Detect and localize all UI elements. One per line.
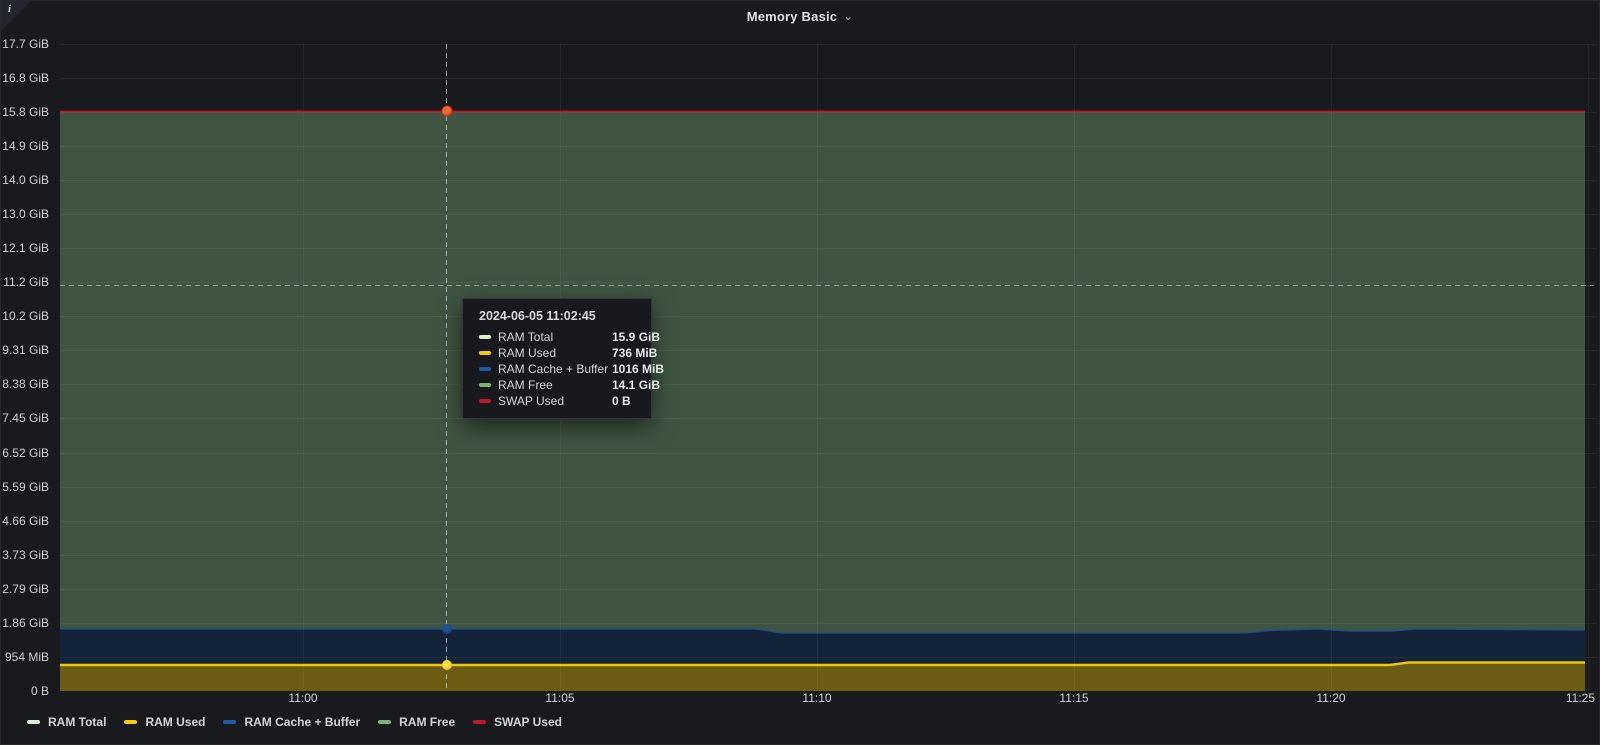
tooltip-row: SWAP Used 0 B bbox=[479, 393, 641, 409]
legend-item-ram-total[interactable]: RAM Total bbox=[27, 715, 106, 729]
tooltip-series-label: RAM Free bbox=[498, 378, 605, 392]
ram-total-swatch-icon bbox=[27, 720, 40, 724]
tooltip-row: RAM Total 15.9 GiB bbox=[479, 329, 641, 345]
chart-canvas bbox=[60, 44, 1597, 691]
y-tick-label: 954 MiB bbox=[1, 649, 49, 665]
tooltip-series-value: 1016 MiB bbox=[612, 362, 664, 376]
tooltip-row: RAM Used 736 MiB bbox=[479, 345, 641, 361]
tooltip-series-value: 15.9 GiB bbox=[612, 330, 660, 344]
swap-used-swatch-icon bbox=[473, 720, 486, 724]
panel-title[interactable]: Memory Basic bbox=[747, 9, 838, 24]
legend-label: RAM Cache + Buffer bbox=[244, 715, 360, 729]
tooltip-row: RAM Cache + Buffer 1016 MiB bbox=[479, 361, 641, 377]
y-tick-label: 11.2 GiB bbox=[1, 274, 49, 290]
y-tick-label: 8.38 GiB bbox=[1, 376, 49, 392]
hover-point-ram-cache-buffer bbox=[442, 624, 452, 634]
tooltip-series-label: RAM Used bbox=[498, 346, 605, 360]
ram-free-swatch-icon bbox=[378, 720, 391, 724]
legend-item-ram-used[interactable]: RAM Used bbox=[124, 715, 205, 729]
legend-label: RAM Free bbox=[399, 715, 455, 729]
y-tick-label: 5.59 GiB bbox=[1, 479, 49, 495]
x-tick-label: 11:15 bbox=[1046, 691, 1102, 706]
chart-plot-area[interactable] bbox=[60, 44, 1597, 691]
legend-item-swap-used[interactable]: SWAP Used bbox=[473, 715, 562, 729]
tooltip-timestamp: 2024-06-05 11:02:45 bbox=[479, 309, 641, 323]
tooltip-series-label: SWAP Used bbox=[498, 394, 605, 408]
crosshair-horizontal bbox=[60, 285, 1594, 286]
crosshair-vertical bbox=[446, 44, 447, 691]
tooltip-row: RAM Free 14.1 GiB bbox=[479, 377, 641, 393]
swap-used-swatch-icon bbox=[479, 399, 491, 403]
y-tick-label: 15.8 GiB bbox=[1, 104, 49, 120]
ram-used-area bbox=[60, 663, 1585, 692]
hover-point-ram-used bbox=[442, 660, 452, 670]
chevron-down-icon[interactable]: ⌄ bbox=[843, 11, 853, 21]
y-tick-label: 17.7 GiB bbox=[1, 36, 49, 52]
x-tick-label: 11:05 bbox=[532, 691, 588, 706]
y-tick-label: 16.8 GiB bbox=[1, 70, 49, 86]
tooltip-series-label: RAM Total bbox=[498, 330, 605, 344]
chart-tooltip: 2024-06-05 11:02:45 RAM Total 15.9 GiB R… bbox=[462, 298, 652, 419]
y-tick-label: 13.0 GiB bbox=[1, 206, 49, 222]
ram-used-swatch-icon bbox=[124, 720, 137, 724]
y-tick-label: 12.1 GiB bbox=[1, 240, 49, 256]
y-tick-label: 14.9 GiB bbox=[1, 138, 49, 154]
ram-cache-buffer-swatch-icon bbox=[479, 367, 491, 371]
x-tick-label: 11:10 bbox=[789, 691, 845, 706]
ram-cache-buffer-swatch-icon bbox=[223, 720, 236, 724]
y-tick-label: 10.2 GiB bbox=[1, 308, 49, 324]
ram-total-swatch-icon bbox=[479, 335, 491, 339]
ram-free-swatch-icon bbox=[479, 383, 491, 387]
y-tick-label: 6.52 GiB bbox=[1, 445, 49, 461]
x-tick-label: 11:20 bbox=[1303, 691, 1359, 706]
ram-used-swatch-icon bbox=[479, 351, 491, 355]
legend-label: RAM Used bbox=[145, 715, 205, 729]
legend-label: SWAP Used bbox=[494, 715, 562, 729]
y-tick-label: 9.31 GiB bbox=[1, 342, 49, 358]
ram-free-area bbox=[60, 112, 1585, 691]
y-tick-label: 7.45 GiB bbox=[1, 410, 49, 426]
tooltip-series-value: 736 MiB bbox=[612, 346, 657, 360]
y-tick-label: 0 B bbox=[1, 683, 49, 699]
tooltip-series-value: 14.1 GiB bbox=[612, 378, 660, 392]
y-tick-label: 3.73 GiB bbox=[1, 547, 49, 563]
tooltip-series-label: RAM Cache + Buffer bbox=[498, 362, 605, 376]
hover-point-swap-used bbox=[442, 106, 452, 116]
y-tick-label: 4.66 GiB bbox=[1, 513, 49, 529]
y-tick-label: 14.0 GiB bbox=[1, 172, 49, 188]
y-tick-label: 1.86 GiB bbox=[1, 615, 49, 631]
info-icon: i bbox=[8, 3, 11, 15]
y-tick-label: 2.79 GiB bbox=[1, 581, 49, 597]
tooltip-series-value: 0 B bbox=[612, 394, 641, 408]
chart-legend: RAM Total RAM Used RAM Cache + Buffer RA… bbox=[27, 713, 562, 731]
x-tick-label: 11:00 bbox=[275, 691, 331, 706]
legend-label: RAM Total bbox=[48, 715, 106, 729]
panel-header[interactable]: Memory Basic ⌄ bbox=[1, 1, 1599, 31]
legend-item-ram-free[interactable]: RAM Free bbox=[378, 715, 455, 729]
x-tick-label: 11:25 bbox=[1539, 691, 1595, 706]
memory-basic-panel: i Memory Basic ⌄ 17.7 GiB 16.8 GiB 15.8 … bbox=[0, 0, 1600, 745]
legend-item-ram-cache-buffer[interactable]: RAM Cache + Buffer bbox=[223, 715, 360, 729]
